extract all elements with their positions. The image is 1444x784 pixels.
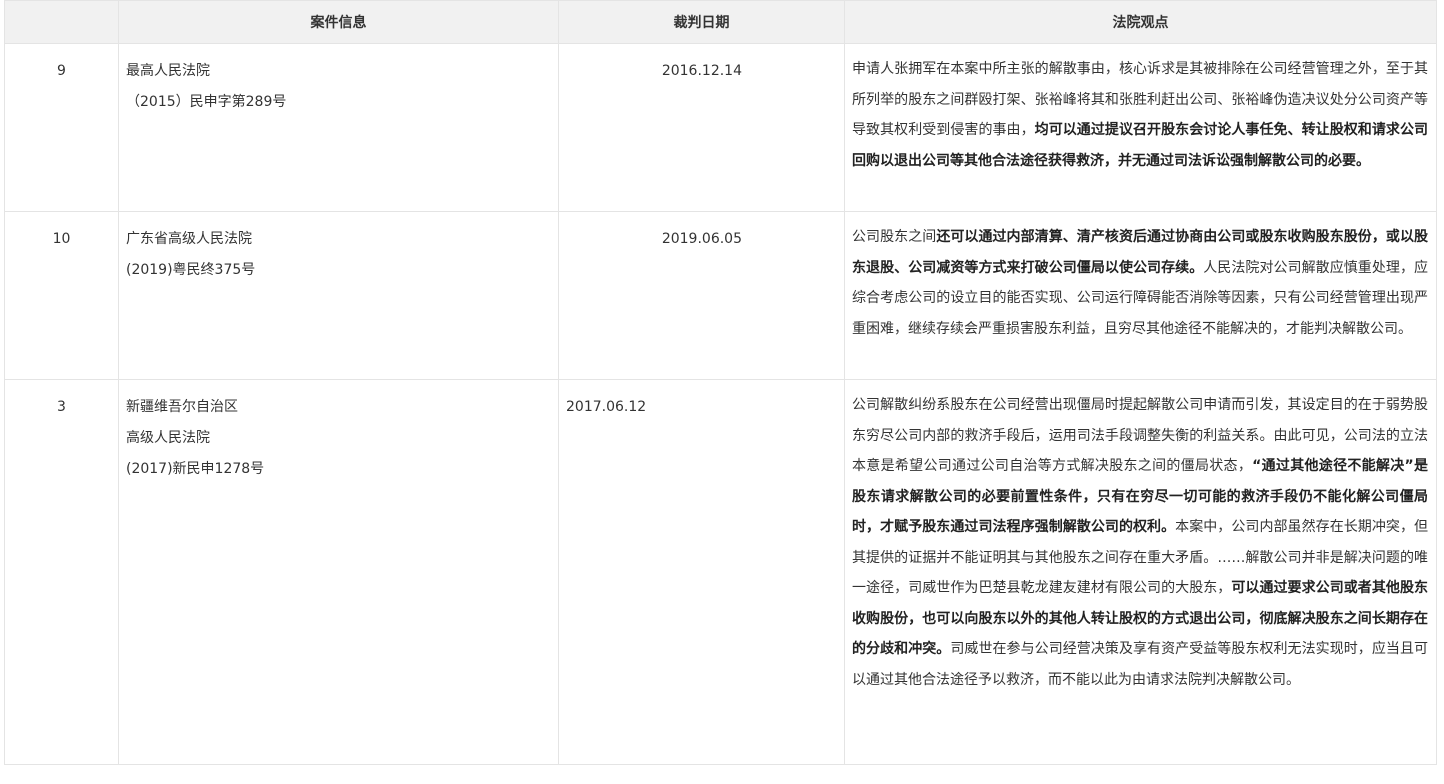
case-info-cell: 广东省高级人民法院 (2019)粤民终375号 <box>118 211 559 380</box>
case-info-cell: 新疆维吾尔自治区 高级人民法院 (2017)新民申1278号 <box>118 379 559 765</box>
header-index <box>4 0 119 44</box>
table-header-row: 案件信息 裁判日期 法院观点 <box>4 0 1437 44</box>
row-index: 3 <box>4 379 119 765</box>
judgment-date: 2016.12.14 <box>558 43 845 212</box>
court-view-cell: 申请人张拥军在本案中所主张的解散事由，核心诉求是其被排除在公司经营管理之外，至于… <box>844 43 1437 212</box>
court-view-cell: 公司解散纠纷系股东在公司经营出现僵局时提起解散公司申请而引发，其设定目的在于弱势… <box>844 379 1437 765</box>
court-name: 新疆维吾尔自治区 <box>126 399 238 415</box>
header-judgment-date: 裁判日期 <box>558 0 845 44</box>
table-row: 9 最高人民法院 （2015）民申字第289号 2016.12.14 申请人张拥… <box>4 43 1437 212</box>
table-row: 10 广东省高级人民法院 (2019)粤民终375号 2019.06.05 公司… <box>4 211 1437 380</box>
case-info-cell: 最高人民法院 （2015）民申字第289号 <box>118 43 559 212</box>
view-text: 公司股东之间 <box>852 229 937 245</box>
row-index: 9 <box>4 43 119 212</box>
judgment-date: 2017.06.12 <box>558 379 845 765</box>
case-number: (2019)粤民终375号 <box>126 262 256 278</box>
case-number: （2015）民申字第289号 <box>126 94 287 110</box>
court-name: 广东省高级人民法院 <box>126 231 252 247</box>
case-table: 案件信息 裁判日期 法院观点 9 最高人民法院 （2015）民申字第289号 2… <box>4 0 1437 765</box>
row-index: 10 <box>4 211 119 380</box>
case-number: (2017)新民申1278号 <box>126 461 265 477</box>
court-name: 最高人民法院 <box>126 63 210 79</box>
header-case-info: 案件信息 <box>118 0 559 44</box>
judgment-date: 2019.06.05 <box>558 211 845 380</box>
header-court-view: 法院观点 <box>844 0 1437 44</box>
court-view-cell: 公司股东之间还可以通过内部清算、清产核资后通过协商由公司或股东收购股东股份，或以… <box>844 211 1437 380</box>
table-row: 3 新疆维吾尔自治区 高级人民法院 (2017)新民申1278号 2017.06… <box>4 379 1437 765</box>
court-name-cont: 高级人民法院 <box>126 430 210 446</box>
